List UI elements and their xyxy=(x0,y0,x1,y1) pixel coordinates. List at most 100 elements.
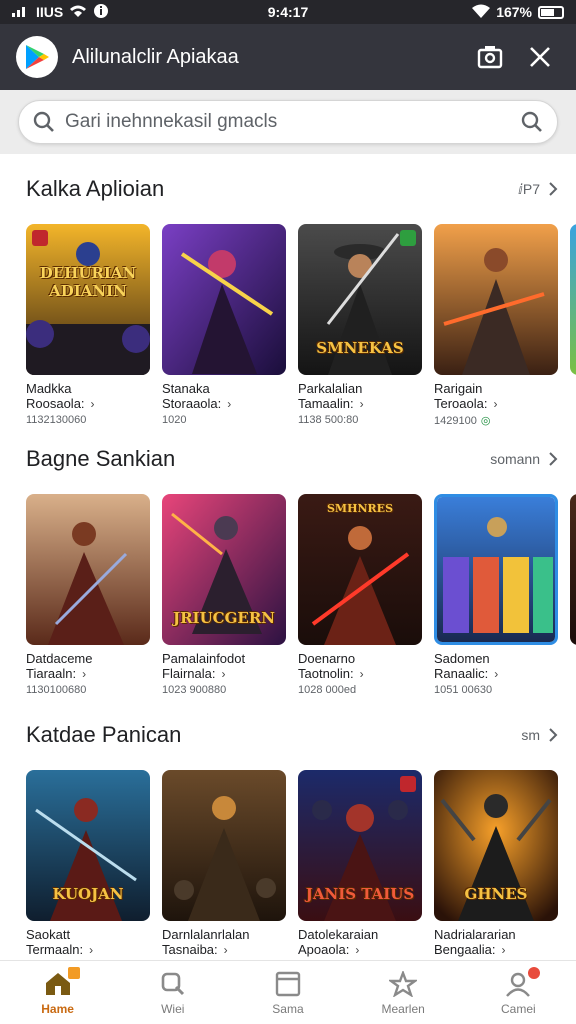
card-name: Pamalainfodot xyxy=(162,651,246,666)
nav-label: Sama xyxy=(272,1001,304,1016)
nav-sama[interactable]: Sama xyxy=(243,970,333,1016)
game-thumbnail: DEHURIAN ADIANIN xyxy=(26,224,150,375)
close-button[interactable] xyxy=(520,37,560,77)
chevron-right-icon: › xyxy=(501,942,506,957)
chevron-right-icon: › xyxy=(82,666,87,681)
app-title: Alilunalclir Apiakaa xyxy=(72,45,239,68)
card-subtitle: Ranaalic: › xyxy=(434,666,499,681)
notification-badge xyxy=(67,966,80,979)
nav-mearlen[interactable]: Mearlen xyxy=(358,970,448,1016)
search-box[interactable] xyxy=(18,100,558,144)
card-name: Darnlalanrlalan xyxy=(162,927,250,942)
app-card[interactable]: DEHURIAN ADIANIN Madkka Roosaola: › 11321… xyxy=(26,224,150,427)
chevron-right-icon: › xyxy=(89,942,94,957)
card-name: Doenarno xyxy=(298,651,356,666)
card-meta: 1028 000ed xyxy=(298,684,357,696)
home-icon xyxy=(44,966,80,998)
tablet-icon xyxy=(275,970,301,998)
game-title-art: JANIS TAIUS xyxy=(305,885,415,903)
card-name: Saokatt xyxy=(26,927,71,942)
see-more-button[interactable]: somann xyxy=(490,451,558,467)
card-name: Rarigain xyxy=(434,381,483,396)
camera-icon xyxy=(477,46,503,69)
app-card[interactable]: SMNEKAS Parkalalian Tamaalin: › 1138 500:… xyxy=(298,224,422,427)
chevron-right-icon: › xyxy=(221,666,226,681)
card-subtitle: Flairnala: › xyxy=(162,666,226,681)
see-more-button[interactable]: ⅈP7 xyxy=(518,181,558,198)
game-thumbnail xyxy=(434,494,558,645)
app-card[interactable]: JRIUCGERN Pamalainfodot Flairnala: › 1023… xyxy=(162,494,286,696)
chevron-right-icon: › xyxy=(90,396,95,411)
chevron-right-icon xyxy=(549,182,558,196)
section-header: Bagne Sankian somann xyxy=(26,444,558,474)
app-card[interactable]: Datdaceme Tiaraaln: › 1130100680 xyxy=(26,494,150,696)
app-card[interactable]: Stanaka Storaaola: › 1020 xyxy=(162,224,286,427)
card-subtitle: Taotnolin: › xyxy=(298,666,364,681)
game-thumbnail xyxy=(162,224,286,375)
card-meta: 1130100680 xyxy=(26,684,87,696)
game-title-art: JRIUCGERN xyxy=(172,609,276,627)
carrier-label: IIUS xyxy=(36,4,64,20)
card-row: DEHURIAN ADIANIN Madkka Roosaola: › 11321… xyxy=(26,224,576,427)
chevron-right-icon: › xyxy=(227,396,232,411)
app-card[interactable]: Sadomen Ranaalic: › 1051 00630 xyxy=(434,494,558,696)
app-card[interactable]: JANIS TAIUS Datolekaraian Apoaola: › xyxy=(298,770,422,957)
game-title-art: DEHURIAN ADIANIN xyxy=(39,264,137,300)
chevron-right-icon: › xyxy=(493,396,498,411)
game-thumbnail xyxy=(162,770,286,921)
nav-label: Hame xyxy=(41,1001,74,1016)
app-card[interactable]: SMHNRES Doenarno Taotnolin: › 1028 000ed xyxy=(298,494,422,696)
app-card[interactable]: Rarigain Teroaola: › 1429100 ◎ xyxy=(434,224,558,427)
see-more-label: somann xyxy=(490,451,540,467)
chevron-right-icon: › xyxy=(359,666,364,681)
chevron-right-icon: › xyxy=(494,666,499,681)
chevron-right-icon: › xyxy=(223,942,228,957)
card-meta: 1429100 ◎ xyxy=(434,414,491,428)
card-meta: 1051 00630 xyxy=(434,684,493,696)
card-subtitle: Apoaola: › xyxy=(298,942,360,957)
chevron-right-icon xyxy=(549,452,558,466)
app-badge-icon xyxy=(400,776,416,792)
nav-label: Camei xyxy=(501,1001,536,1016)
app-card[interactable]: KUOJAN Saokatt Termaaln: › xyxy=(26,770,150,957)
game-title-art: KUOJAN xyxy=(52,885,124,903)
nav-search[interactable]: Wiei xyxy=(128,970,218,1016)
nav-camei[interactable]: Camei xyxy=(473,966,563,1016)
nav-label: Wiei xyxy=(161,1001,185,1016)
chevron-right-icon: › xyxy=(355,942,360,957)
next-card-preview[interactable] xyxy=(570,224,576,375)
next-card-preview[interactable] xyxy=(570,494,576,645)
game-thumbnail xyxy=(26,494,150,645)
chevron-right-icon xyxy=(549,728,558,742)
chevron-right-icon: › xyxy=(359,396,364,411)
card-row: KUOJAN Saokatt Termaaln: › Darnlalanrlala… xyxy=(26,770,558,957)
verified-icon: ◎ xyxy=(480,415,491,427)
card-name: Sadomen xyxy=(434,651,490,666)
star-icon xyxy=(389,970,418,998)
see-more-button[interactable]: sm xyxy=(521,727,558,743)
game-thumbnail xyxy=(434,224,558,375)
card-subtitle: Storaaola: › xyxy=(162,396,232,411)
search-input[interactable] xyxy=(65,111,521,133)
card-subtitle: Termaaln: › xyxy=(26,942,94,957)
search-submit-icon[interactable] xyxy=(521,111,543,133)
nav-home[interactable]: Hame xyxy=(13,966,103,1016)
section-title: Katdae Panican xyxy=(26,722,182,747)
camera-button[interactable] xyxy=(470,37,510,77)
game-thumbnail: KUOJAN xyxy=(26,770,150,921)
search-icon xyxy=(33,111,54,132)
app-card[interactable]: Darnlalanrlalan Tasnaiba: › xyxy=(162,770,286,957)
card-meta: 1023 900880 xyxy=(162,684,227,696)
card-row: Datdaceme Tiaraaln: › 1130100680 JRIUCGER… xyxy=(26,494,576,696)
section-title: Bagne Sankian xyxy=(26,446,176,471)
game-thumbnail: SMHNRES xyxy=(298,494,422,645)
card-subtitle: Tiaraaln: › xyxy=(26,666,87,681)
card-name: Datolekaraian xyxy=(298,927,379,942)
battery-icon xyxy=(538,5,564,19)
game-title-art: SMNEKAS xyxy=(316,339,404,357)
app-card[interactable]: GHNES Nadrialararian Bengaalia: › xyxy=(434,770,558,957)
card-subtitle: Bengaalia: › xyxy=(434,942,506,957)
close-icon xyxy=(530,47,550,67)
notification-badge xyxy=(528,966,541,979)
card-name: Madkka xyxy=(26,381,72,396)
